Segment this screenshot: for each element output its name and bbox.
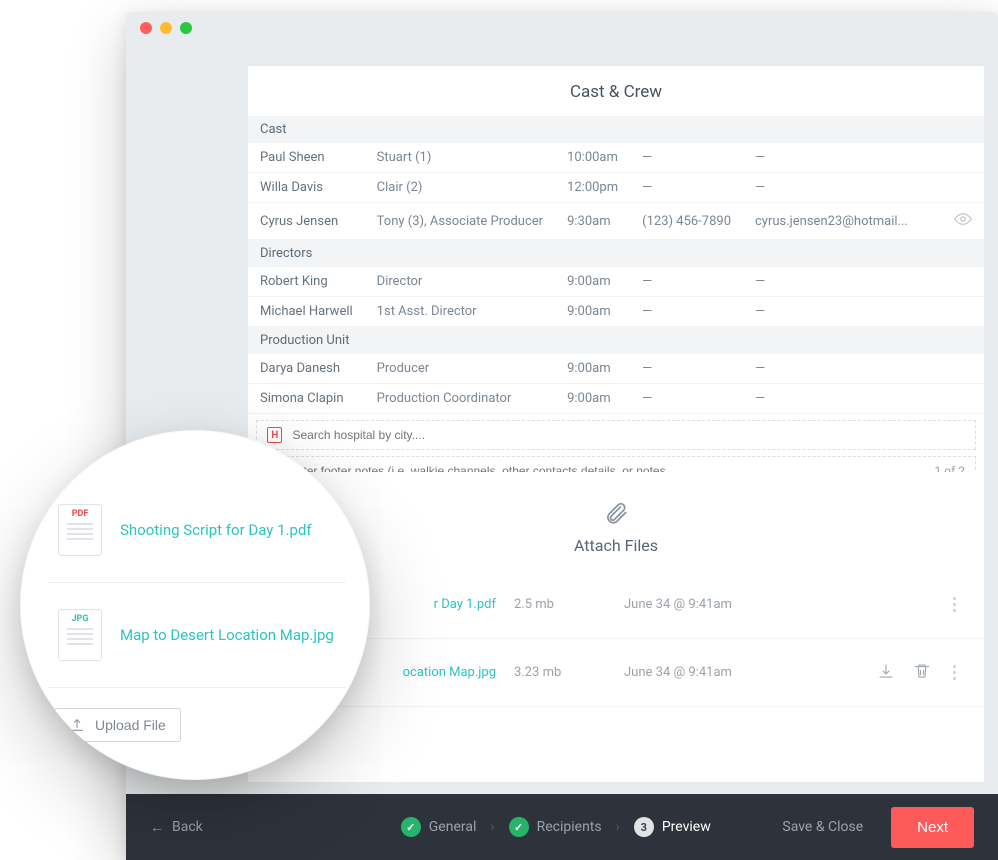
group-header: Production Unit — [248, 327, 984, 355]
group-header: Cast — [248, 116, 984, 143]
person-time: 9:00am — [555, 354, 630, 384]
section-title: Cast & Crew — [248, 66, 984, 116]
file-date: June 34 @ 9:41am — [624, 597, 949, 612]
upload-file-button[interactable]: Upload File — [54, 708, 181, 742]
person-phone: — — [630, 384, 743, 414]
back-button[interactable]: ← Back — [150, 819, 203, 836]
wizard-steps: ✓ General › ✓ Recipients › 3 Preview — [401, 817, 711, 837]
person-phone: — — [630, 267, 743, 297]
person-email: — — [743, 297, 942, 327]
person-email: — — [743, 173, 942, 203]
group-header: Directors — [248, 240, 984, 268]
magnifier-lens: PDF Shooting Script for Day 1.pdf JPG Map t… — [20, 430, 370, 780]
person-email: — — [743, 384, 942, 414]
person-role: Producer — [365, 354, 555, 384]
window-zoom-button[interactable] — [180, 22, 192, 34]
person-role: Stuart (1) — [365, 143, 555, 173]
save-close-button[interactable]: Save & Close — [782, 819, 863, 835]
person-name: Robert King — [248, 267, 365, 297]
kebab-icon[interactable] — [949, 661, 960, 684]
file-ext-badge: JPG — [72, 614, 89, 624]
person-name: Cyrus Jensen — [248, 203, 365, 240]
step-number: 3 — [634, 817, 654, 837]
person-email: — — [743, 143, 942, 173]
person-name: Paul Sheen — [248, 143, 365, 173]
cast-crew-panel: Cast & Crew CastPaul SheenStuart (1)10:0… — [248, 66, 984, 492]
step-label: Preview — [662, 819, 711, 835]
person-role: 1st Asst. Director — [365, 297, 555, 327]
table-row[interactable]: Willa DavisClair (2)12:00pm—— — [248, 173, 984, 203]
person-email: cyrus.jensen23@hotmail... — [743, 203, 942, 240]
file-date: June 34 @ 9:41am — [624, 665, 877, 680]
chevron-right-icon: › — [616, 819, 620, 835]
person-time: 9:00am — [555, 384, 630, 414]
check-icon: ✓ — [401, 817, 421, 837]
chevron-right-icon: › — [490, 819, 494, 835]
person-phone: — — [630, 173, 743, 203]
upload-file-label: Upload File — [95, 717, 166, 733]
table-row[interactable]: Cyrus JensenTony (3), Associate Producer… — [248, 203, 984, 240]
table-row[interactable]: Paul SheenStuart (1)10:00am—— — [248, 143, 984, 173]
file-size: 2.5 mb — [514, 597, 624, 612]
person-phone: — — [630, 297, 743, 327]
person-email: — — [743, 267, 942, 297]
person-role: Director — [365, 267, 555, 297]
person-email: — — [743, 354, 942, 384]
person-name: Willa Davis — [248, 173, 365, 203]
file-thumb: PDF — [58, 504, 102, 556]
download-icon[interactable] — [877, 662, 895, 684]
paperclip-icon — [603, 511, 629, 530]
cast-crew-table: CastPaul SheenStuart (1)10:00am——Willa D… — [248, 116, 984, 414]
person-name: Michael Harwell — [248, 297, 365, 327]
traffic-lights — [140, 22, 192, 34]
step-label: General — [429, 819, 477, 835]
table-row[interactable]: Darya DaneshProducer9:00am—— — [248, 354, 984, 384]
window-minimize-button[interactable] — [160, 22, 172, 34]
trash-icon[interactable] — [913, 662, 931, 684]
person-name: Simona Clapin — [248, 384, 365, 414]
next-button[interactable]: Next — [891, 807, 974, 848]
person-role: Tony (3), Associate Producer — [365, 203, 555, 240]
person-phone: — — [630, 354, 743, 384]
person-role: Clair (2) — [365, 173, 555, 203]
file-name: Shooting Script for Day 1.pdf — [120, 521, 312, 539]
person-name: Darya Danesh — [248, 354, 365, 384]
person-phone: (123) 456-7890 — [630, 203, 743, 240]
person-time: 9:00am — [555, 297, 630, 327]
eye-icon[interactable] — [954, 217, 972, 232]
file-thumb: JPG — [58, 609, 102, 661]
step-label: Recipients — [537, 819, 602, 835]
person-phone: — — [630, 143, 743, 173]
person-time: 10:00am — [555, 143, 630, 173]
back-label: Back — [172, 819, 203, 835]
wizard-step[interactable]: ✓ General — [401, 817, 477, 837]
person-role: Production Coordinator — [365, 384, 555, 414]
kebab-icon[interactable] — [949, 593, 960, 616]
hospital-search-input[interactable] — [292, 428, 965, 442]
wizard-step[interactable]: 3 Preview — [634, 817, 711, 837]
check-icon: ✓ — [509, 817, 529, 837]
table-row[interactable]: Robert KingDirector9:00am—— — [248, 267, 984, 297]
window-close-button[interactable] — [140, 22, 152, 34]
table-row[interactable]: Michael Harwell1st Asst. Director9:00am—… — [248, 297, 984, 327]
person-time: 9:00am — [555, 267, 630, 297]
file-ext-badge: PDF — [72, 509, 89, 519]
person-time: 9:30am — [555, 203, 630, 240]
wizard-step[interactable]: ✓ Recipients — [509, 817, 602, 837]
person-time: 12:00pm — [555, 173, 630, 203]
wizard-footer: ← Back ✓ General › ✓ Recipients › 3 Preview Sav… — [126, 794, 998, 860]
table-row[interactable]: Simona ClapinProduction Coordinator9:00a… — [248, 384, 984, 414]
file-size: 3.23 mb — [514, 665, 624, 680]
file-row[interactable]: JPG Map to Desert Location Map.jpg — [48, 583, 346, 688]
file-row[interactable]: PDF Shooting Script for Day 1.pdf — [48, 478, 346, 583]
arrow-left-icon: ← — [150, 819, 164, 836]
file-name: Map to Desert Location Map.jpg — [120, 626, 334, 644]
